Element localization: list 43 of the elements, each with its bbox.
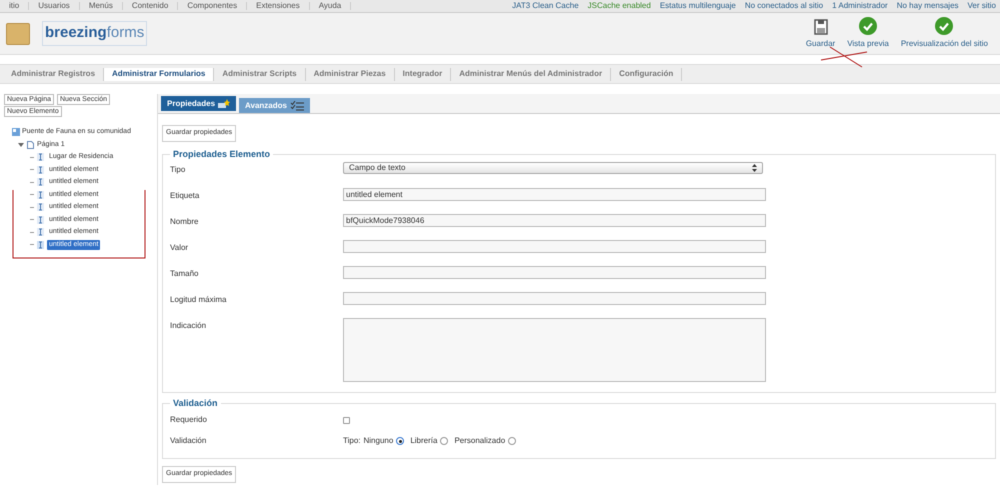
submenu-tab[interactable]: Administrar Formularios xyxy=(104,68,214,80)
top-menu-item[interactable]: Ayuda xyxy=(310,2,352,10)
option-label: Ninguno xyxy=(364,435,394,447)
top-menu-item[interactable]: Extensiones xyxy=(247,2,310,10)
field-label: Tamaño xyxy=(170,268,200,280)
option-label: Personalizado xyxy=(454,435,506,447)
input-field[interactable]: untitled element xyxy=(343,188,766,200)
status-link[interactable]: Estatus multilenguaje xyxy=(660,2,736,10)
top-menu-item[interactable]: Menús xyxy=(80,2,123,10)
submenu-tab[interactable]: Administrar Scripts xyxy=(214,68,306,80)
status-link[interactable]: No hay mensajes xyxy=(896,2,959,10)
top-menu-item[interactable]: itio xyxy=(0,2,30,10)
field-label: Valor xyxy=(170,242,190,254)
status-link[interactable]: JSCache enabled xyxy=(588,2,651,10)
field-label: Logitud máxima xyxy=(170,294,228,306)
tab[interactable]: Propiedades xyxy=(161,96,236,111)
submenu-tab[interactable]: Administrar Menús del Administrador xyxy=(451,68,612,80)
option-label: Tipo: xyxy=(343,435,360,447)
status-link[interactable]: Ver sitio xyxy=(968,2,996,10)
status-link[interactable]: 1 Administrador xyxy=(832,2,888,10)
toolbar-button[interactable]: Previsualización del sitio xyxy=(898,17,990,50)
field-label: Tipo xyxy=(170,164,186,176)
section-title: Propiedades Elemento xyxy=(172,148,272,161)
submenu-tab[interactable]: Integrador xyxy=(394,68,452,80)
top-menu-item[interactable]: Contenido xyxy=(122,2,178,10)
field-label: Nombre xyxy=(170,216,200,228)
field-label: Indicación xyxy=(170,320,208,332)
status-link[interactable]: JAT3 Clean Cache xyxy=(512,2,579,10)
section-title: Validación xyxy=(172,396,219,410)
option-label: Librería xyxy=(410,435,438,447)
submenu-tab[interactable]: Configuración xyxy=(611,68,682,80)
top-menu-item[interactable]: Usuarios xyxy=(29,2,80,10)
toolbar-button[interactable]: Guardar xyxy=(804,19,838,50)
field-label: Etiqueta xyxy=(170,190,200,202)
dropdown[interactable]: Campo de texto xyxy=(343,162,763,174)
field-label: Validación xyxy=(170,435,208,447)
input-field[interactable]: bfQuickMode7938046 xyxy=(343,214,766,226)
top-menu-item[interactable]: Componentes xyxy=(178,2,248,10)
toolbar-button[interactable]: Vista previa xyxy=(845,17,891,50)
status-link[interactable]: No conectados al sitio xyxy=(744,2,824,10)
submenu-tab[interactable]: Administrar Piezas xyxy=(306,68,395,80)
logo: breezingforms xyxy=(42,21,148,46)
field-label: Requerido xyxy=(170,414,208,426)
